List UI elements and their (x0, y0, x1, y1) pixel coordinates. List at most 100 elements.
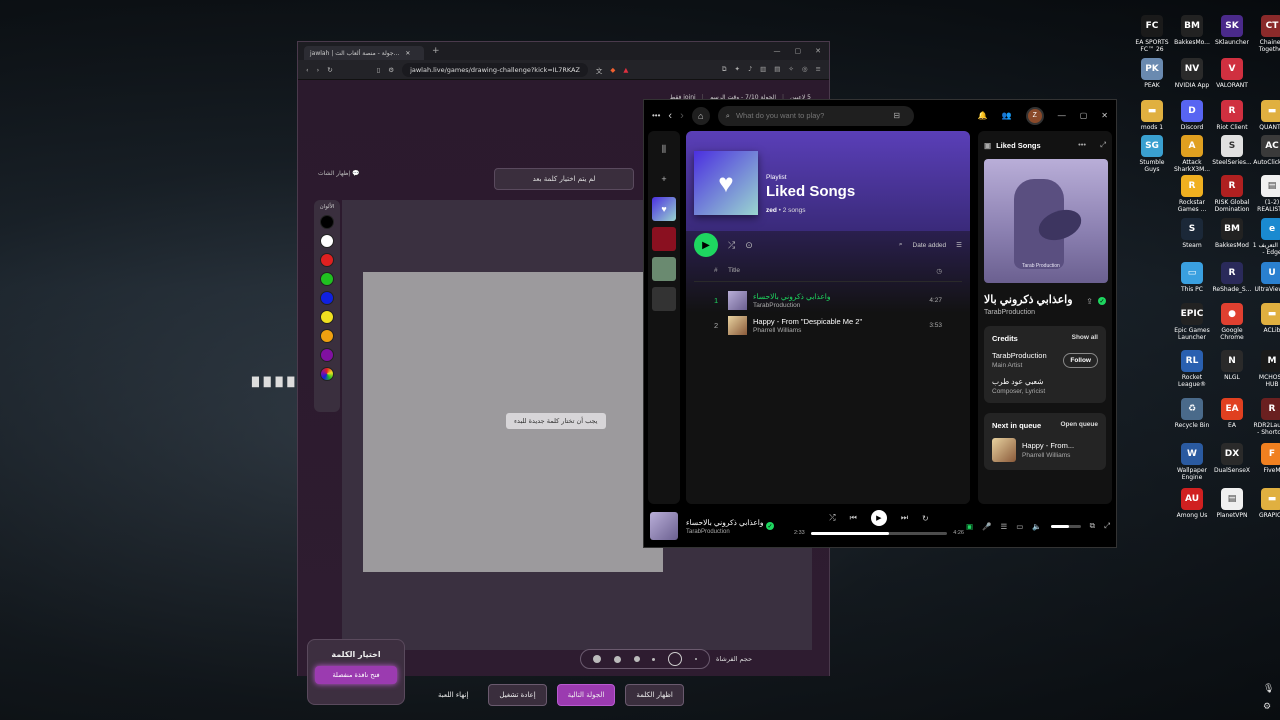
previous-icon[interactable]: ⏮ (850, 513, 857, 523)
share-icon[interactable]: ⇪ (1086, 297, 1093, 306)
brush-size-option[interactable] (613, 655, 621, 663)
desktop-icon[interactable]: EA EA (1212, 398, 1252, 429)
track-artist[interactable]: Pharrell Williams (753, 327, 929, 334)
restart-button[interactable]: إعادة تشغيل (488, 684, 547, 706)
brush-size-option[interactable] (694, 658, 697, 660)
brush-size-option-selected[interactable] (667, 652, 682, 666)
desktop-icon[interactable]: ▬ QUANTV (1252, 100, 1280, 131)
desktop-icon[interactable]: F FiveM (1252, 443, 1280, 474)
desktop-icon[interactable]: R ReShade_S... (1212, 262, 1252, 293)
download-icon[interactable]: ⊙ (745, 240, 753, 251)
menu-icon[interactable]: ≡ (816, 65, 821, 74)
browser-tab[interactable]: jawlah | جولة - منصة ألعاب الث... ✕ (304, 46, 424, 60)
browse-icon[interactable]: ⊟ (888, 107, 906, 125)
show-chat-toggle[interactable]: إظهار الشات 💬 (318, 170, 360, 177)
desktop-icon[interactable]: e ملف التعريف 1 - Edge (1252, 218, 1280, 256)
music-icon[interactable]: ♪ (748, 65, 752, 74)
desktop-icon[interactable]: BM BakkesMo... (1172, 15, 1212, 46)
color-swatch[interactable] (320, 291, 334, 305)
desktop-icon[interactable]: S SteelSeries... (1212, 135, 1252, 166)
table-row[interactable]: 2 Happy - From "Despicable Me 2" Pharrel… (694, 313, 962, 338)
volume-icon[interactable]: 🔈 (1032, 522, 1041, 531)
desktop-icon[interactable]: RL Rocket League® (1172, 350, 1212, 388)
desktop-icon[interactable]: SG Stumble Guys (1132, 135, 1172, 173)
lyrics-icon[interactable]: 🎤 (982, 522, 991, 531)
color-swatch[interactable] (320, 215, 334, 229)
library-item-playlist[interactable] (652, 227, 676, 251)
notifications-icon[interactable]: 🔔 (978, 111, 988, 120)
progress-bar[interactable] (810, 531, 948, 535)
now-playing-playlist[interactable]: Liked Songs (996, 141, 1041, 150)
fullscreen-icon[interactable]: ⤢ (1104, 521, 1110, 531)
close-window-icon[interactable]: ✕ (1101, 111, 1108, 120)
desktop-icon[interactable]: AU Among Us (1172, 488, 1212, 519)
puzzle-icon[interactable]: ✦ (735, 65, 740, 74)
library-item-playlist[interactable] (652, 257, 676, 281)
brush-size-option[interactable] (652, 657, 656, 661)
brush-size-option[interactable] (633, 656, 640, 662)
color-swatch[interactable] (320, 272, 334, 286)
color-swatch[interactable] (320, 329, 334, 343)
brave-shield-icon[interactable]: ◆ (610, 66, 615, 74)
desktop-icon[interactable]: PK PEAK (1132, 58, 1172, 89)
create-playlist-icon[interactable]: + (652, 167, 676, 191)
sidebar-icon[interactable]: ▥ (760, 65, 766, 74)
desktop-icon[interactable]: M MCHOSE HUB (1252, 350, 1280, 388)
queue-icon[interactable]: ☰ (1000, 522, 1007, 531)
desktop-icon[interactable]: ● Google Chrome (1212, 303, 1252, 341)
desktop-icon[interactable]: R Riot Client (1212, 100, 1252, 131)
url-field[interactable]: jawlah.live/games/drawing-challenge?kick… (402, 62, 588, 77)
repeat-icon[interactable]: ↻ (922, 514, 929, 523)
brush-size-option[interactable] (593, 655, 602, 663)
library-item-liked-songs[interactable]: ♥ (652, 197, 676, 221)
color-swatch[interactable] (320, 310, 334, 324)
list-view-icon[interactable]: ☰ (956, 241, 962, 249)
color-picker-swatch[interactable] (320, 367, 334, 381)
search-in-playlist-icon[interactable]: ⌕ (899, 241, 903, 249)
leo-icon[interactable]: ✧ (788, 65, 793, 74)
desktop-icon[interactable]: AC AutoClicke... (1252, 135, 1280, 166)
close-window-icon[interactable]: ✕ (815, 47, 821, 55)
site-info-icon[interactable]: ⚙ (388, 66, 394, 74)
forward-icon[interactable]: › (680, 110, 684, 122)
open-separate-window-button[interactable]: فتح نافذة منفصلة (315, 666, 397, 684)
show-word-button[interactable]: اظهار الكلمة (625, 684, 684, 706)
desktop-icon[interactable]: W Wallpaper Engine (1172, 443, 1212, 481)
bookmark-icon[interactable]: ▯ (377, 66, 381, 74)
next-icon[interactable]: ⏭ (901, 513, 908, 523)
desktop-icon[interactable]: BM BakkesMod (1212, 218, 1252, 249)
open-queue-link[interactable]: Open queue (1060, 421, 1098, 430)
wallet-icon[interactable]: ▤ (774, 65, 780, 74)
desktop-icon[interactable]: ▤ PlanetVPN (1212, 488, 1252, 519)
desktop-icon[interactable]: SK SKlauncher (1212, 15, 1252, 46)
desktop-icon[interactable]: ♻ Recycle Bin (1172, 398, 1212, 429)
desktop-icon[interactable]: ▬ mods 1 (1132, 100, 1172, 131)
show-all-link[interactable]: Show all (1072, 334, 1098, 343)
search-input[interactable] (735, 111, 876, 120)
desktop-icon[interactable]: ▭ This PC (1172, 262, 1212, 293)
desktop-icon[interactable]: FC EA SPORTS FC™ 26 (1132, 15, 1172, 53)
library-icon[interactable]: ⫼ (652, 137, 676, 161)
saved-check-icon[interactable]: ✓ (766, 522, 774, 530)
reload-icon[interactable]: ↻ (327, 66, 332, 74)
sort-dropdown[interactable]: Date added (913, 242, 947, 249)
shuffle-icon[interactable]: ⤮ (829, 513, 835, 523)
expand-icon[interactable]: ⤢ (1100, 140, 1106, 150)
now-playing-view-icon[interactable]: ▣ (966, 522, 973, 531)
bar-track-title[interactable]: واعذابي ذكروني بالاحساء (686, 518, 764, 527)
bar-track-artist[interactable]: TarabProduction (686, 529, 756, 535)
settings-icon[interactable]: ⚙ (1263, 702, 1271, 712)
desktop-icon[interactable]: ▤ (1-2) REALIST... (1252, 175, 1280, 213)
back-icon[interactable]: ‹ (668, 110, 672, 122)
extensions-icon[interactable]: ⧉ (722, 65, 727, 74)
rewards-icon[interactable]: ▲ (623, 66, 628, 74)
desktop-icon[interactable]: R RISK Global Domination (1212, 175, 1252, 213)
minimize-icon[interactable]: — (774, 47, 781, 55)
forward-icon[interactable]: › (317, 66, 320, 74)
owner-name[interactable]: zed (766, 207, 777, 214)
color-swatch[interactable] (320, 348, 334, 362)
desktop-icon[interactable]: NV NVIDIA App (1172, 58, 1212, 89)
mic-icon[interactable]: 🎙 (1263, 684, 1274, 694)
desktop-icon[interactable]: ▬ GRAPICS (1252, 488, 1280, 519)
next-round-button[interactable]: الجولة التالية (556, 684, 616, 706)
